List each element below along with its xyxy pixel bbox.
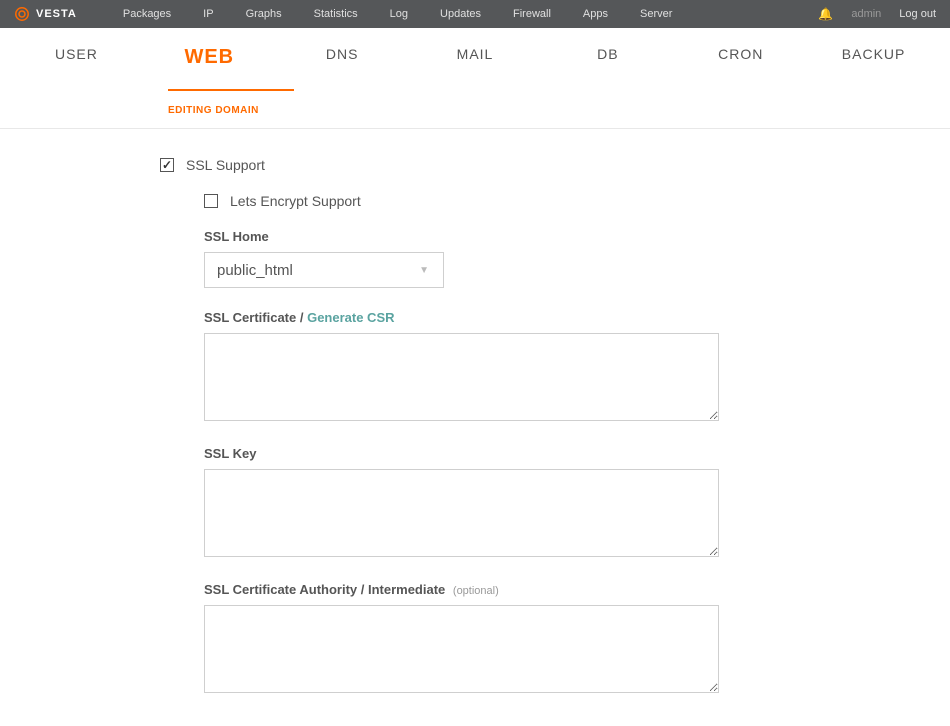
topnav-apps[interactable]: Apps: [567, 8, 624, 20]
page-subtitle: EDITING DOMAIN: [168, 105, 940, 128]
tab-user[interactable]: USER: [10, 46, 143, 62]
ssl-home-value: public_html: [217, 262, 293, 279]
topbar: VESTA Packages IP Graphs Statistics Log …: [0, 0, 950, 28]
logout-link[interactable]: Log out: [899, 8, 936, 20]
ssl-key-textarea[interactable]: [204, 469, 719, 557]
bell-icon[interactable]: 🔔: [818, 7, 833, 21]
topnav-packages[interactable]: Packages: [107, 8, 187, 20]
tab-underline: [168, 89, 294, 91]
tab-cron[interactable]: CRON: [674, 46, 807, 62]
ssl-cert-group: SSL Certificate / Generate CSR: [204, 310, 950, 424]
tab-dns[interactable]: DNS: [276, 46, 409, 62]
ssl-ca-optional: (optional): [453, 585, 499, 597]
topnav-graphs[interactable]: Graphs: [230, 8, 298, 20]
ssl-support-label: SSL Support: [186, 157, 265, 173]
topbar-right: 🔔 admin Log out: [818, 7, 936, 21]
topnav-firewall[interactable]: Firewall: [497, 8, 567, 20]
lets-encrypt-row: Lets Encrypt Support: [204, 193, 950, 209]
tabs: USER WEB DNS MAIL DB CRON BACKUP: [10, 28, 940, 69]
ssl-cert-label-text: SSL Certificate /: [204, 310, 307, 325]
current-user[interactable]: admin: [851, 8, 881, 20]
lets-encrypt-label: Lets Encrypt Support: [230, 193, 361, 209]
ssl-home-group: SSL Home public_html ▼: [204, 229, 950, 288]
ssl-home-label: SSL Home: [204, 229, 950, 244]
ssl-ca-label: SSL Certificate Authority / Intermediate…: [204, 582, 950, 597]
ssl-key-label: SSL Key: [204, 446, 950, 461]
logo-icon: [14, 6, 30, 22]
ssl-home-select[interactable]: public_html ▼: [204, 252, 444, 288]
logo-text: VESTA: [36, 8, 77, 20]
generate-csr-link[interactable]: Generate CSR: [307, 310, 394, 325]
topnav-statistics[interactable]: Statistics: [298, 8, 374, 20]
topnav-log[interactable]: Log: [374, 8, 424, 20]
ssl-support-row: SSL Support: [160, 157, 950, 173]
tab-mail[interactable]: MAIL: [409, 46, 542, 62]
ssl-ca-label-text: SSL Certificate Authority / Intermediate: [204, 582, 445, 597]
chevron-down-icon: ▼: [419, 265, 429, 276]
tab-db[interactable]: DB: [541, 46, 674, 62]
top-nav: Packages IP Graphs Statistics Log Update…: [107, 8, 689, 20]
topnav-ip[interactable]: IP: [187, 8, 229, 20]
tab-backup[interactable]: BACKUP: [807, 46, 940, 62]
ssl-ca-group: SSL Certificate Authority / Intermediate…: [204, 582, 950, 696]
tab-web[interactable]: WEB: [143, 46, 276, 69]
lets-encrypt-checkbox[interactable]: [204, 194, 218, 208]
topnav-server[interactable]: Server: [624, 8, 688, 20]
ssl-support-checkbox[interactable]: [160, 158, 174, 172]
logo[interactable]: VESTA: [14, 6, 77, 22]
form: SSL Support Lets Encrypt Support SSL Hom…: [0, 129, 950, 696]
ssl-key-group: SSL Key: [204, 446, 950, 560]
ssl-cert-label: SSL Certificate / Generate CSR: [204, 310, 950, 325]
ssl-cert-textarea[interactable]: [204, 333, 719, 421]
tabs-wrap: USER WEB DNS MAIL DB CRON BACKUP EDITING…: [0, 28, 950, 129]
ssl-ca-textarea[interactable]: [204, 605, 719, 693]
topnav-updates[interactable]: Updates: [424, 8, 497, 20]
